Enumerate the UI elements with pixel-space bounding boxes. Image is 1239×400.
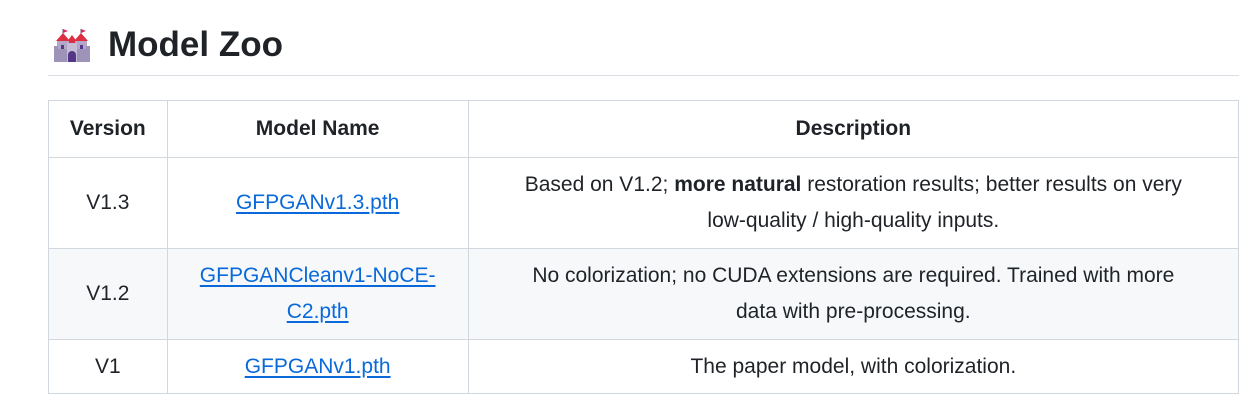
version-cell: V1.2 <box>48 248 168 340</box>
column-header-model-name: Model Name <box>166 100 469 158</box>
description-emphasis: more natural <box>674 173 802 196</box>
description-line: No colorization; no CUDA extensions are … <box>532 264 1175 287</box>
table-row: V1 GFPGANv1.pth The paper model, with co… <box>48 339 1239 394</box>
model-zoo-table: Version Model Name Description V1.3 GFPG… <box>48 100 1239 394</box>
description-cell: The paper model, with colorization. <box>467 339 1239 394</box>
table-row: V1.3 GFPGANv1.3.pth Based on V1.2; more … <box>48 157 1239 249</box>
model-link-gfpgancleanv1-noce-c2[interactable]: GFPGANCleanv1-NoCE- C2.pth <box>200 264 436 323</box>
version-cell: V1 <box>48 339 168 394</box>
castle-icon <box>54 29 90 62</box>
column-header-version: Version <box>48 100 168 158</box>
description-line: The paper model, with colorization. <box>690 354 1017 378</box>
table-header-row: Version Model Name Description <box>48 100 1239 158</box>
model-link-line: C2.pth <box>286 300 349 323</box>
page-title: Model Zoo <box>108 25 283 64</box>
description-cell: No colorization; no CUDA extensions are … <box>467 248 1239 340</box>
description-text: Based on V1.2; <box>524 173 675 196</box>
version-cell: V1.3 <box>48 157 168 249</box>
model-link-line: GFPGANCleanv1-NoCE- <box>199 264 436 287</box>
model-name-cell: GFPGANv1.pth <box>166 339 469 394</box>
description-text: restoration results; better results on v… <box>801 173 1182 196</box>
table-row: V1.2 GFPGANCleanv1-NoCE- C2.pth No colori… <box>48 248 1239 340</box>
column-header-description: Description <box>467 100 1239 158</box>
model-link-gfpganv1-3[interactable]: GFPGANv1.3.pth <box>236 191 399 214</box>
model-link-gfpganv1[interactable]: GFPGANv1.pth <box>245 355 391 378</box>
model-name-cell: GFPGANv1.3.pth <box>166 157 469 249</box>
model-name-cell: GFPGANCleanv1-NoCE- C2.pth <box>166 248 469 340</box>
description-cell: Based on V1.2; more natural restoration … <box>467 157 1239 249</box>
description-line: data with pre-processing. <box>736 300 971 323</box>
description-line: low-quality / high-quality inputs. <box>707 209 1000 232</box>
description-line: Based on V1.2; more natural restoration … <box>477 167 1230 203</box>
section-heading: Model Zoo <box>48 20 1239 76</box>
